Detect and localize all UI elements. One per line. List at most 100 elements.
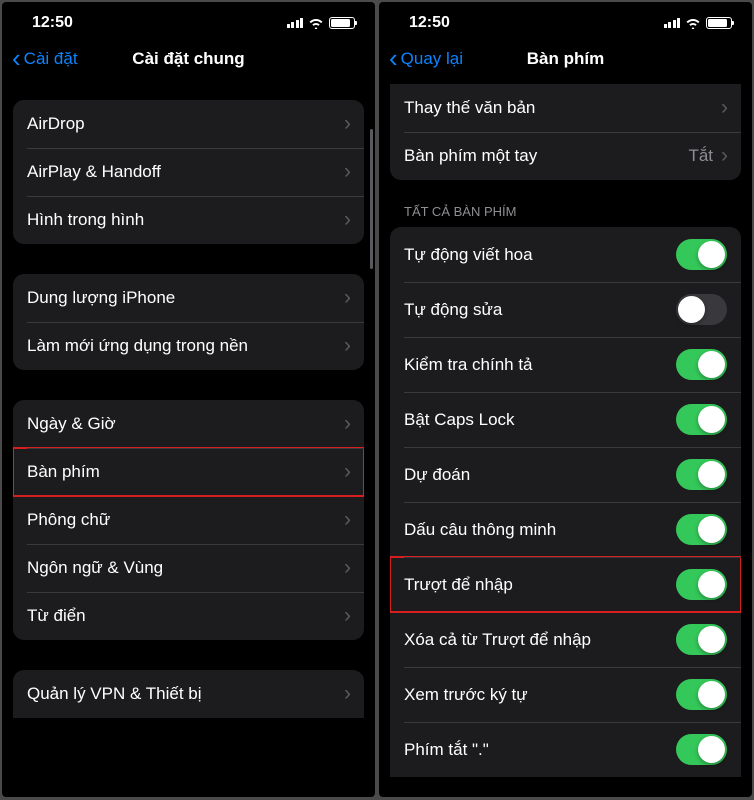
settings-row[interactable]: Dung lượng iPhone› bbox=[13, 274, 364, 322]
toggle-switch[interactable] bbox=[676, 404, 727, 435]
toggle-switch[interactable] bbox=[676, 514, 727, 545]
chevron-right-icon: › bbox=[344, 460, 351, 484]
row-value: Tắt bbox=[688, 146, 713, 166]
row-label: Làm mới ứng dụng trong nền bbox=[27, 336, 248, 356]
chevron-left-icon: ‹ bbox=[12, 45, 21, 71]
toggle-knob bbox=[698, 681, 725, 708]
row-label: Tự động viết hoa bbox=[404, 245, 533, 265]
settings-row[interactable]: Bàn phím › bbox=[13, 448, 364, 496]
chevron-right-icon: › bbox=[344, 160, 351, 184]
toggle-switch[interactable] bbox=[676, 239, 727, 270]
settings-group: Tự động viết hoa Tự động sửa Kiểm tra chín… bbox=[390, 227, 741, 777]
battery-icon bbox=[329, 17, 355, 29]
back-button[interactable]: ‹ Cài đặt bbox=[12, 48, 78, 71]
settings-row[interactable]: Dự đoán bbox=[390, 447, 741, 502]
settings-row[interactable]: Tự động viết hoa bbox=[390, 227, 741, 282]
status-bar: 12:50 bbox=[379, 2, 752, 40]
keyboard-settings-content: Thay thế văn bản› Bàn phím một tay Tắt › Tất… bbox=[379, 84, 752, 797]
settings-row[interactable]: Phông chữ› bbox=[13, 496, 364, 544]
toggle-knob bbox=[698, 351, 725, 378]
status-bar: 12:50 bbox=[2, 2, 375, 40]
settings-group: Quản lý VPN & Thiết bị › bbox=[13, 670, 364, 718]
toggle-knob bbox=[698, 241, 725, 268]
toggle-knob bbox=[698, 461, 725, 488]
settings-group: Dung lượng iPhone›Làm mới ứng dụng trong… bbox=[13, 274, 364, 370]
toggle-knob bbox=[698, 736, 725, 763]
row-label: Trượt để nhập bbox=[404, 575, 513, 595]
row-label: Xóa cả từ Trượt để nhập bbox=[404, 630, 591, 650]
settings-row[interactable]: Kiểm tra chính tả bbox=[390, 337, 741, 392]
row-label: Phông chữ bbox=[27, 510, 110, 530]
chevron-right-icon: › bbox=[721, 144, 728, 168]
settings-row[interactable]: Bàn phím một tay Tắt › bbox=[390, 132, 741, 180]
chevron-right-icon: › bbox=[344, 682, 351, 706]
back-label: Cài đặt bbox=[24, 49, 78, 69]
row-label: Xem trước ký tự bbox=[404, 685, 528, 705]
row-label: Bàn phím bbox=[27, 462, 100, 482]
settings-row[interactable]: AirDrop› bbox=[13, 100, 364, 148]
settings-row[interactable]: Ngày & Giờ › bbox=[13, 400, 364, 448]
row-label: Quản lý VPN & Thiết bị bbox=[27, 684, 202, 704]
toggle-knob bbox=[698, 571, 725, 598]
row-label: Dấu câu thông minh bbox=[404, 520, 556, 540]
row-label: AirPlay & Handoff bbox=[27, 162, 161, 182]
row-label: Tự động sửa bbox=[404, 300, 502, 320]
status-time: 12:50 bbox=[32, 14, 73, 32]
section-header: Tất cả bàn phím bbox=[390, 204, 741, 227]
signal-icon bbox=[664, 18, 681, 28]
toggle-switch[interactable] bbox=[676, 679, 727, 710]
settings-row[interactable]: Trượt để nhập bbox=[390, 557, 741, 612]
settings-row[interactable]: Quản lý VPN & Thiết bị › bbox=[13, 670, 364, 718]
toggle-switch[interactable] bbox=[676, 459, 727, 490]
phone-left: 12:50 ‹ Cài đặt Cài đặt chung AirDrop›Ai… bbox=[2, 2, 375, 797]
toggle-knob bbox=[698, 626, 725, 653]
back-button[interactable]: ‹ Quay lại bbox=[389, 48, 463, 71]
row-label: Ngày & Giờ bbox=[27, 414, 116, 434]
scroll-indicator[interactable] bbox=[370, 129, 373, 269]
row-label: Dung lượng iPhone bbox=[27, 288, 175, 308]
toggle-switch[interactable] bbox=[676, 349, 727, 380]
settings-row[interactable]: Xem trước ký tự bbox=[390, 667, 741, 722]
row-label: AirDrop bbox=[27, 114, 85, 134]
settings-row[interactable]: Tự động sửa bbox=[390, 282, 741, 337]
row-label: Bàn phím một tay bbox=[404, 146, 537, 166]
page-title: Bàn phím bbox=[527, 49, 604, 69]
row-label: Dự đoán bbox=[404, 465, 470, 485]
row-label: Hình trong hình bbox=[27, 210, 144, 230]
chevron-right-icon: › bbox=[344, 556, 351, 580]
settings-row[interactable]: Thay thế văn bản› bbox=[390, 84, 741, 132]
wifi-icon bbox=[685, 17, 701, 29]
chevron-right-icon: › bbox=[344, 334, 351, 358]
row-label: Bật Caps Lock bbox=[404, 410, 515, 430]
toggle-knob bbox=[698, 406, 725, 433]
chevron-right-icon: › bbox=[721, 96, 728, 120]
settings-content: AirDrop›AirPlay & Handoff›Hình trong hìn… bbox=[2, 84, 375, 797]
toggle-switch[interactable] bbox=[676, 734, 727, 765]
chevron-right-icon: › bbox=[344, 604, 351, 628]
settings-row[interactable]: Xóa cả từ Trượt để nhập bbox=[390, 612, 741, 667]
status-icons bbox=[287, 17, 356, 29]
settings-row[interactable]: Làm mới ứng dụng trong nền › bbox=[13, 322, 364, 370]
toggle-knob bbox=[678, 296, 705, 323]
settings-group: Thay thế văn bản› Bàn phím một tay Tắt › bbox=[390, 84, 741, 180]
row-label: Phím tắt "." bbox=[404, 740, 489, 760]
toggle-switch[interactable] bbox=[676, 569, 727, 600]
row-label: Ngôn ngữ & Vùng bbox=[27, 558, 163, 578]
wifi-icon bbox=[308, 17, 324, 29]
toggle-switch[interactable] bbox=[676, 624, 727, 655]
chevron-right-icon: › bbox=[344, 412, 351, 436]
toggle-knob bbox=[698, 516, 725, 543]
battery-icon bbox=[706, 17, 732, 29]
settings-row[interactable]: Phím tắt "." bbox=[390, 722, 741, 777]
settings-group: AirDrop› AirPlay & Handoff › Hình trong hìn… bbox=[13, 100, 364, 244]
toggle-switch[interactable] bbox=[676, 294, 727, 325]
nav-bar: ‹ Cài đặt Cài đặt chung bbox=[2, 40, 375, 84]
settings-row[interactable]: Bật Caps Lock bbox=[390, 392, 741, 447]
settings-row[interactable]: Ngôn ngữ & Vùng › bbox=[13, 544, 364, 592]
settings-row[interactable]: Từ điển› bbox=[13, 592, 364, 640]
back-label: Quay lại bbox=[401, 49, 463, 69]
settings-row[interactable]: Hình trong hình› bbox=[13, 196, 364, 244]
row-label: Kiểm tra chính tả bbox=[404, 355, 533, 375]
settings-row[interactable]: Dấu câu thông minh bbox=[390, 502, 741, 557]
settings-row[interactable]: AirPlay & Handoff › bbox=[13, 148, 364, 196]
